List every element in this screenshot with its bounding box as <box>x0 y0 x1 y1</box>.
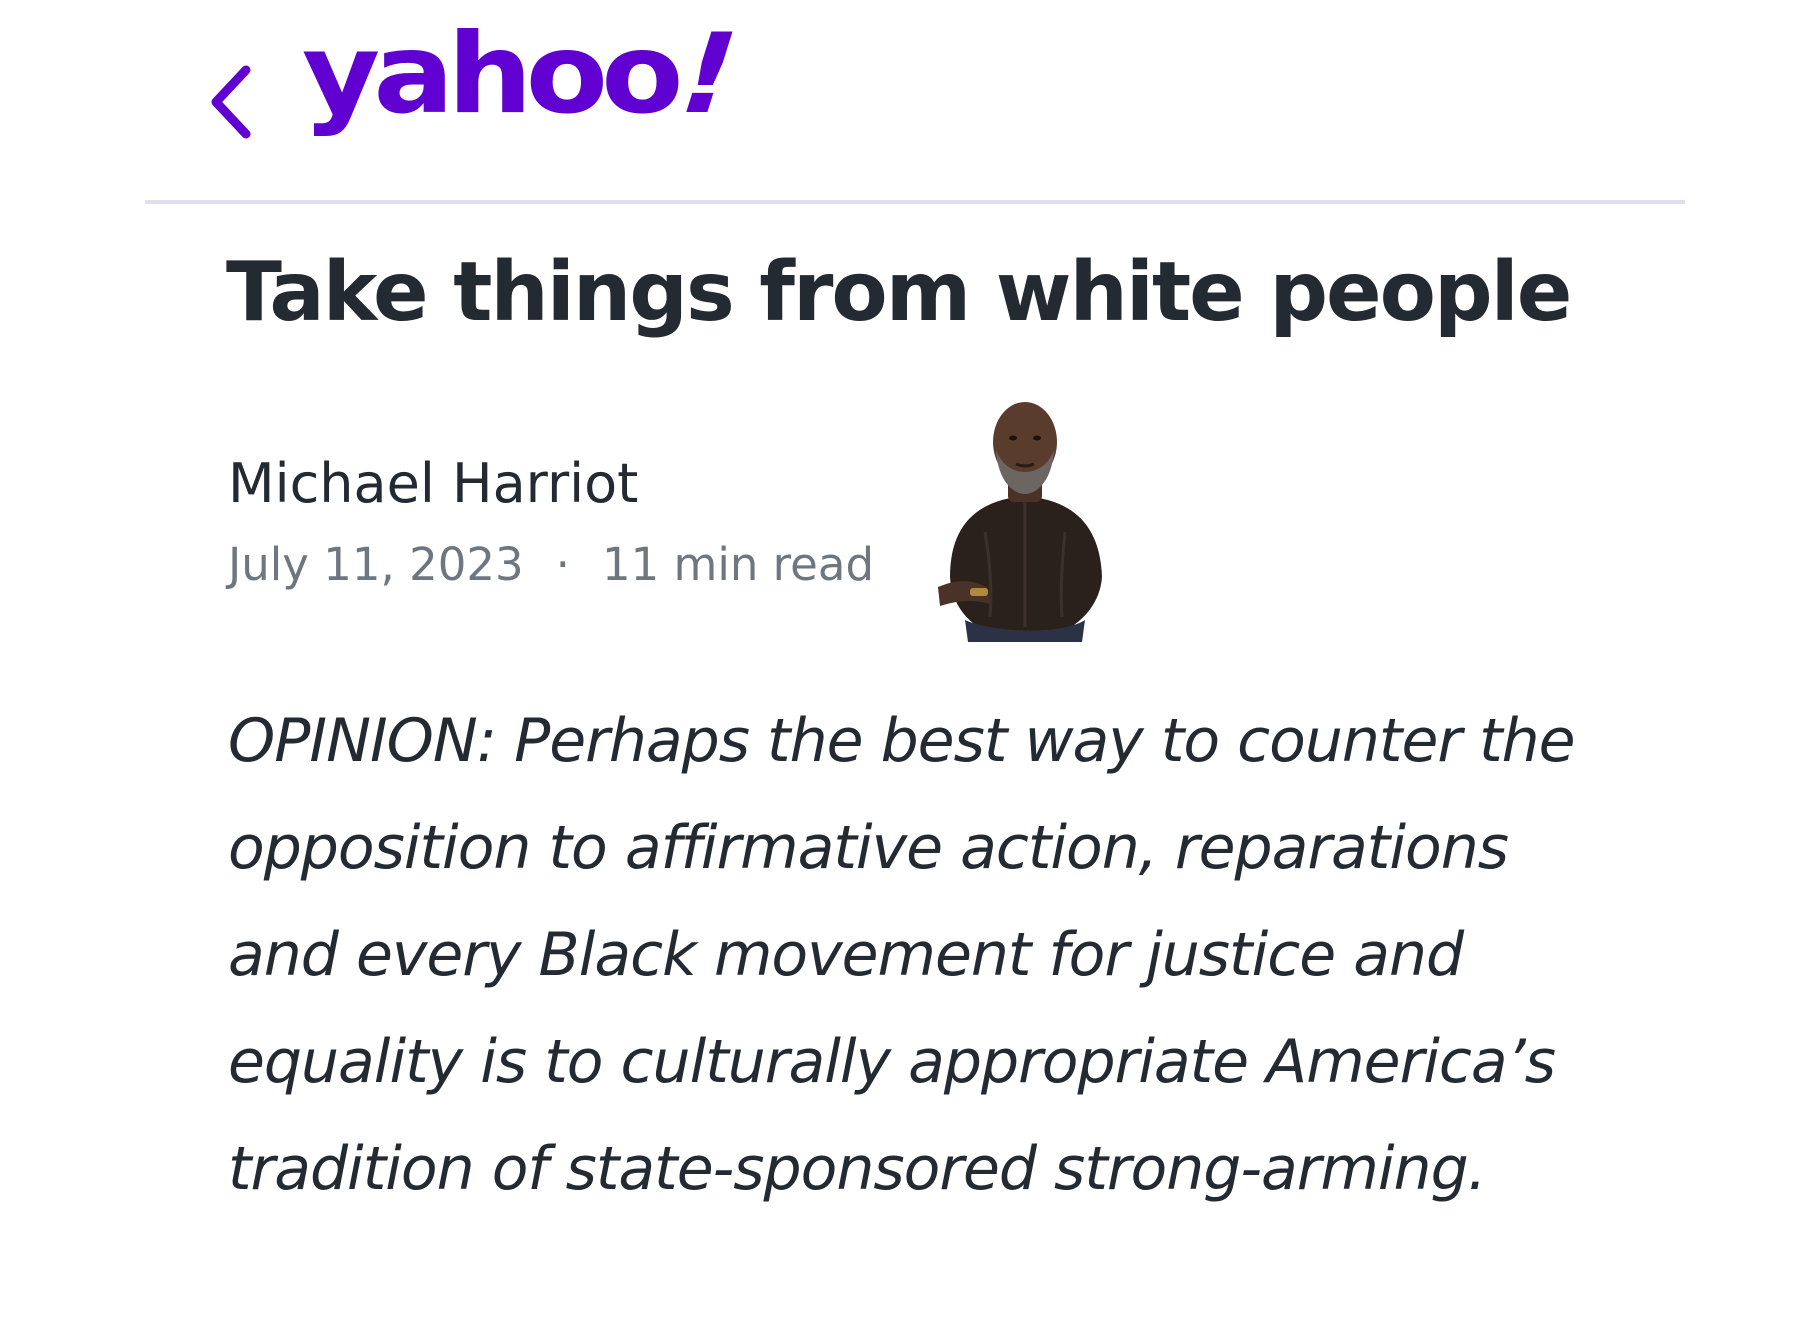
publish-date: July 11, 2023 <box>228 538 524 591</box>
top-bar: yahoo! <box>0 0 1818 200</box>
read-time: 11 min read <box>601 538 875 591</box>
article-meta: July 11, 2023 · 11 min read <box>228 538 874 591</box>
author-avatar <box>910 392 1140 642</box>
header-divider <box>145 200 1685 204</box>
logo-wordmark: yahoo <box>302 10 684 139</box>
chevron-left-icon <box>211 65 251 139</box>
yahoo-logo[interactable]: yahoo! <box>302 11 748 139</box>
meta-separator: · <box>555 538 570 591</box>
back-button[interactable] <box>200 58 260 146</box>
article-lede: OPINION: Perhaps the best way to counter… <box>228 706 1576 1204</box>
author-name[interactable]: Michael Harriot <box>228 452 638 515</box>
article-title: Take things from white people <box>226 245 1572 340</box>
